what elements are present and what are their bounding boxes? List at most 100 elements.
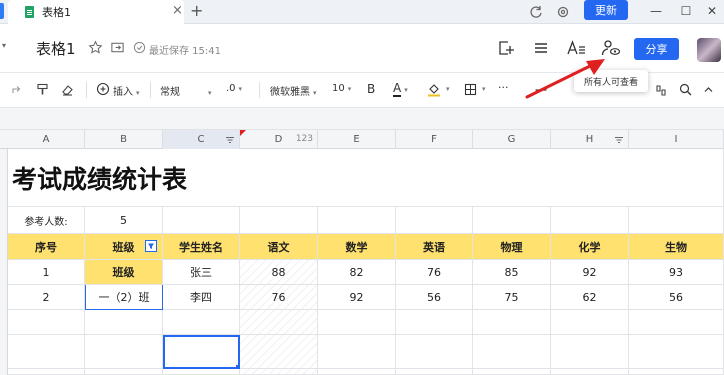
insert-icon[interactable] bbox=[96, 82, 110, 96]
font-family-select[interactable]: 微软雅黑 ▾ bbox=[270, 83, 317, 98]
minimize-button[interactable]: — bbox=[644, 0, 668, 22]
maximize-button[interactable]: ☐ bbox=[674, 0, 698, 22]
font-size-select[interactable]: 10 ▾ bbox=[332, 83, 351, 94]
tab-close-button[interactable]: × bbox=[172, 3, 183, 18]
table-cell[interactable]: 56 bbox=[629, 285, 724, 310]
cell-empty[interactable] bbox=[85, 335, 163, 369]
cell-empty[interactable] bbox=[240, 310, 318, 335]
column-header-a[interactable]: A bbox=[8, 130, 85, 149]
sheet-title[interactable]: 考试成绩统计表 bbox=[8, 149, 724, 207]
more-tools-button[interactable]: ··· bbox=[498, 81, 509, 94]
refresh-icon[interactable] bbox=[528, 4, 544, 20]
table-header-cell[interactable]: 生物 bbox=[629, 234, 724, 260]
cell-empty[interactable] bbox=[163, 207, 240, 234]
table-cell[interactable]: 92 bbox=[551, 260, 629, 285]
new-tab-button[interactable]: + bbox=[190, 1, 203, 20]
cell-empty[interactable] bbox=[551, 369, 629, 375]
column-header-c[interactable]: C bbox=[163, 130, 240, 149]
table-cell[interactable]: 76 bbox=[240, 285, 318, 310]
tab-sheet1[interactable]: 表格1 × bbox=[8, 0, 184, 24]
cell-empty[interactable] bbox=[396, 310, 473, 335]
cell-empty[interactable] bbox=[551, 310, 629, 335]
table-cell[interactable]: 88 bbox=[240, 260, 318, 285]
active-filter-icon[interactable] bbox=[145, 240, 157, 252]
cell-empty[interactable] bbox=[8, 369, 85, 375]
cell-empty[interactable] bbox=[318, 310, 396, 335]
cell-empty[interactable] bbox=[163, 310, 240, 335]
column-header-d[interactable]: D 123 bbox=[240, 130, 318, 149]
border-icon[interactable] bbox=[464, 83, 477, 96]
border-chevron-icon[interactable]: ▾ bbox=[482, 85, 486, 93]
table-cell[interactable]: 75 bbox=[473, 285, 551, 310]
cell-empty[interactable] bbox=[396, 369, 473, 375]
table-header-cell[interactable]: 序号 bbox=[8, 234, 85, 260]
cell-empty[interactable] bbox=[629, 369, 724, 375]
share-button[interactable]: 分享 bbox=[634, 38, 679, 60]
move-folder-icon[interactable] bbox=[110, 40, 125, 55]
cell-empty[interactable] bbox=[551, 207, 629, 234]
fill-color-icon[interactable] bbox=[427, 83, 441, 97]
insert-menu[interactable]: 插入 ▾ bbox=[113, 83, 140, 98]
cell-empty[interactable] bbox=[473, 207, 551, 234]
table-cell[interactable]: 李四 bbox=[163, 285, 240, 310]
column-header-g[interactable]: G bbox=[473, 130, 551, 149]
redo-icon[interactable] bbox=[10, 83, 22, 95]
column-header-h[interactable]: H bbox=[551, 130, 629, 149]
close-window-button[interactable]: ✕ bbox=[700, 0, 724, 22]
eraser-icon[interactable] bbox=[61, 83, 74, 96]
cell-empty[interactable] bbox=[318, 335, 396, 369]
selected-cell[interactable] bbox=[163, 335, 240, 369]
cell-empty[interactable] bbox=[473, 369, 551, 375]
collapse-chevron-icon[interactable]: ▾ bbox=[2, 41, 6, 50]
column-header-b[interactable]: B bbox=[85, 130, 163, 149]
participants-label[interactable]: 参考人数: bbox=[8, 207, 85, 234]
participants-value[interactable]: 5 bbox=[85, 207, 163, 234]
font-color-button[interactable]: A ▾ bbox=[393, 81, 408, 97]
table-cell[interactable]: 62 bbox=[551, 285, 629, 310]
app-menu-icon[interactable] bbox=[0, 3, 4, 19]
cell-empty[interactable] bbox=[240, 335, 318, 369]
fill-color-chevron-icon[interactable]: ▾ bbox=[446, 85, 450, 93]
cell-empty[interactable] bbox=[551, 335, 629, 369]
format-painter-icon[interactable] bbox=[36, 83, 49, 96]
avatar[interactable] bbox=[697, 38, 721, 62]
cell-empty[interactable] bbox=[473, 335, 551, 369]
cell-empty[interactable] bbox=[473, 310, 551, 335]
table-cell[interactable]: 56 bbox=[396, 285, 473, 310]
update-button[interactable]: 更新 bbox=[584, 0, 628, 20]
table-cell[interactable]: 93 bbox=[629, 260, 724, 285]
cell-empty[interactable] bbox=[629, 335, 724, 369]
table-cell[interactable]: 2 bbox=[8, 285, 85, 310]
table-cell[interactable]: 85 bbox=[473, 260, 551, 285]
column-filter-icon[interactable] bbox=[225, 136, 235, 144]
cell-empty[interactable] bbox=[8, 335, 85, 369]
table-header-cell[interactable]: 语文 bbox=[240, 234, 318, 260]
table-cell[interactable]: 1 bbox=[8, 260, 85, 285]
cell-empty[interactable] bbox=[396, 335, 473, 369]
bold-button[interactable]: B bbox=[367, 82, 375, 96]
table-cell[interactable]: 82 bbox=[318, 260, 396, 285]
table-cell[interactable]: 92 bbox=[318, 285, 396, 310]
cell-empty[interactable] bbox=[318, 207, 396, 234]
cell-empty[interactable] bbox=[85, 369, 163, 375]
column-header-i[interactable]: I bbox=[629, 130, 724, 149]
cell-empty[interactable] bbox=[85, 310, 163, 335]
star-icon[interactable] bbox=[88, 40, 103, 55]
cell-empty[interactable] bbox=[396, 207, 473, 234]
column-header-f[interactable]: F bbox=[396, 130, 473, 149]
table-header-cell[interactable]: 学生姓名 bbox=[163, 234, 240, 260]
document-title[interactable]: 表格1 bbox=[36, 38, 76, 59]
table-header-cell[interactable]: 英语 bbox=[396, 234, 473, 260]
function-icon[interactable] bbox=[654, 83, 667, 96]
number-format-select[interactable]: 常规 ▾ bbox=[160, 83, 212, 98]
cell-empty[interactable] bbox=[240, 207, 318, 234]
column-header-e[interactable]: E bbox=[318, 130, 396, 149]
column-filter-icon[interactable] bbox=[614, 136, 624, 144]
table-header-cell[interactable]: 化学 bbox=[551, 234, 629, 260]
table-cell[interactable]: 班级 bbox=[85, 260, 163, 285]
table-header-cell[interactable]: 物理 bbox=[473, 234, 551, 260]
gear-icon[interactable] bbox=[555, 4, 571, 20]
search-icon[interactable] bbox=[679, 83, 692, 96]
cell-empty[interactable] bbox=[318, 369, 396, 375]
cell-empty[interactable] bbox=[629, 207, 724, 234]
